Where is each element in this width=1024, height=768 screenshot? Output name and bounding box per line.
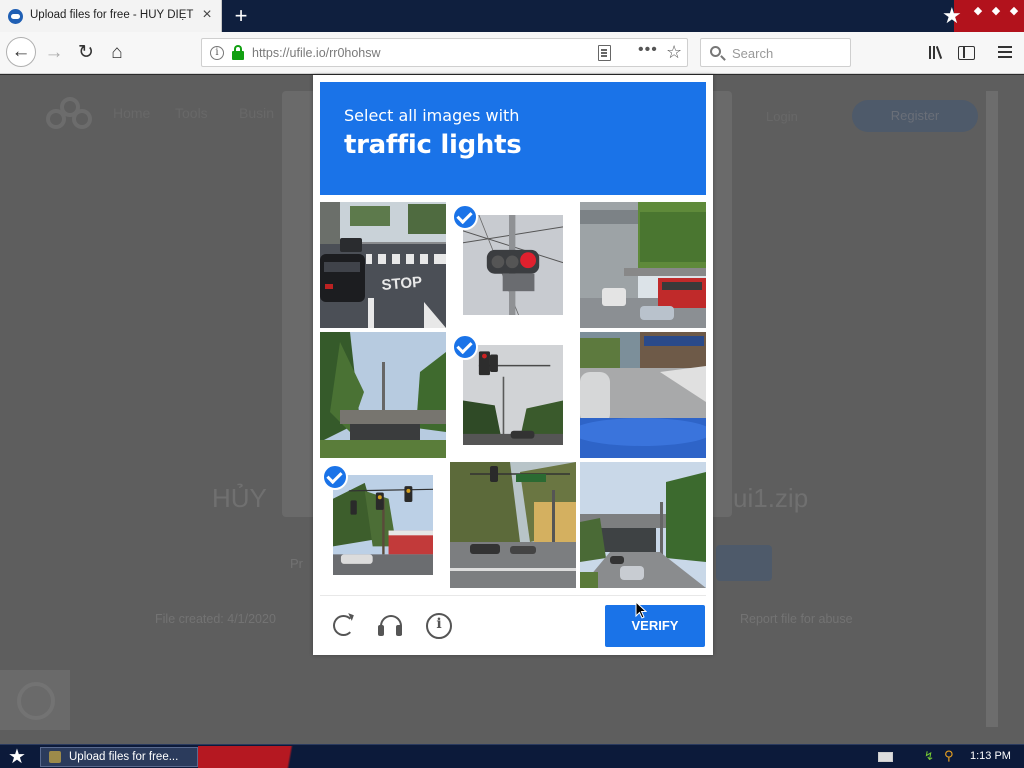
page-heading-left: HỦY [212,483,267,513]
network-icon[interactable]: ↯ [924,749,938,763]
overpass-bus-image [580,202,706,328]
taskbar: ★ Upload files for free... ↯ ⚲ 1:13 PM [0,744,1024,768]
captcha-header: Select all images with traffic lights [320,82,706,195]
sidebar-icon[interactable] [954,40,978,64]
captcha-tile-4[interactable] [320,332,446,458]
traffic-light-small-image [463,345,563,445]
recaptcha-badge [0,670,70,730]
reader-view-icon[interactable] [598,45,611,61]
browser-tab-bar: Upload files for free - HỦY DIỆT M × + ★… [0,0,1024,32]
captcha-tile-3[interactable] [580,202,706,328]
captcha-challenge: Select all images with traffic lights ST… [313,75,713,655]
captcha-tile-9[interactable] [580,462,706,588]
captcha-tile-2[interactable] [450,202,576,328]
verify-button[interactable]: VERIFY [605,605,705,647]
search-placeholder: Search [732,46,774,61]
captcha-tile-1[interactable]: STOP [320,202,446,328]
search-input[interactable]: Search [700,38,851,67]
tab-close-icon[interactable]: × [199,7,215,23]
url-text[interactable]: https://ufile.io/rr0hohsw [252,46,381,60]
register-button: Register [852,100,978,132]
minimize-icon[interactable]: ◆ [971,4,985,18]
keyboard-icon[interactable] [878,752,893,762]
background-button-right [716,545,772,581]
nav-tools: Tools [175,105,208,121]
bookmark-star-icon[interactable]: ☆ [666,42,682,63]
tab-title: Upload files for free - HỦY DIỆT M [30,9,195,21]
url-bar[interactable]: i https://ufile.io/rr0hohsw ••• ☆ [201,38,688,67]
close-window-icon[interactable]: ◆ [1007,4,1021,18]
page-scrollbar[interactable] [986,91,998,727]
trees-bridge-image [320,332,446,458]
forward-button[interactable]: → [40,40,68,66]
library-icon[interactable] [923,40,947,64]
bridge-road-image [580,462,706,588]
street-stop-image: STOP [320,202,446,328]
star-logo-icon: ★ [942,3,962,28]
captcha-image-grid: STOP [320,202,706,588]
svg-text:STOP: STOP [381,274,423,294]
hamburger-menu-icon[interactable] [993,40,1017,64]
headphones-icon[interactable] [377,612,405,640]
info-icon[interactable]: i [210,46,224,60]
back-button[interactable]: ← [6,37,36,67]
reload-button[interactable]: ↻ [72,40,100,66]
report-abuse-link: Report file for abuse [740,612,853,626]
captcha-target: traffic lights [344,130,522,160]
home-button[interactable]: ⌂ [103,40,131,66]
taskbar-flag-decoration [198,746,310,768]
clock[interactable]: 1:13 PM [970,750,1011,762]
tray-search-icon[interactable]: ⚲ [944,748,958,763]
navigation-toolbar: ← → ↻ ⌂ i https://ufile.io/rr0hohsw ••• … [0,32,1024,74]
file-name-heading: ui1.zip [733,483,809,513]
file-created-text: File created: 4/1/2020 [155,612,276,626]
captcha-tile-7[interactable] [320,462,446,588]
taskbar-window-button[interactable]: Upload files for free... [40,747,198,767]
intersection-signs-image [450,462,576,588]
traffic-light-red-image [463,215,563,315]
captcha-tile-6[interactable] [580,332,706,458]
mouse-cursor-icon [635,601,647,619]
start-star-icon[interactable]: ★ [4,746,30,768]
ufile-favicon-icon [8,9,23,24]
page-actions-icon[interactable]: ••• [638,41,658,59]
refresh-icon[interactable] [330,612,358,640]
browser-tab[interactable]: Upload files for free - HỦY DIỆT M × [0,0,222,32]
traffic-lights-street-image [333,475,433,575]
captcha-tile-5[interactable] [450,332,576,458]
login-link: Login [766,109,798,124]
app-icon [49,751,61,763]
nav-home: Home [113,105,151,121]
taskbar-window-label: Upload files for free... [69,751,179,763]
sidewalk-car-image [580,332,706,458]
tile-check-icon [452,204,478,230]
captcha-tile-8[interactable] [450,462,576,588]
lock-icon [232,45,244,60]
captcha-footer-divider [320,595,706,596]
tile-check-icon [452,334,478,360]
site-logo-icon [46,97,94,133]
nav-business: Busin [239,105,275,121]
search-icon [710,46,721,57]
maximize-icon[interactable]: ◆ [989,4,1003,18]
tile-check-icon [322,464,348,490]
captcha-prompt: Select all images with [344,106,520,125]
new-tab-button[interactable]: + [229,4,253,28]
info-icon[interactable] [425,612,453,640]
